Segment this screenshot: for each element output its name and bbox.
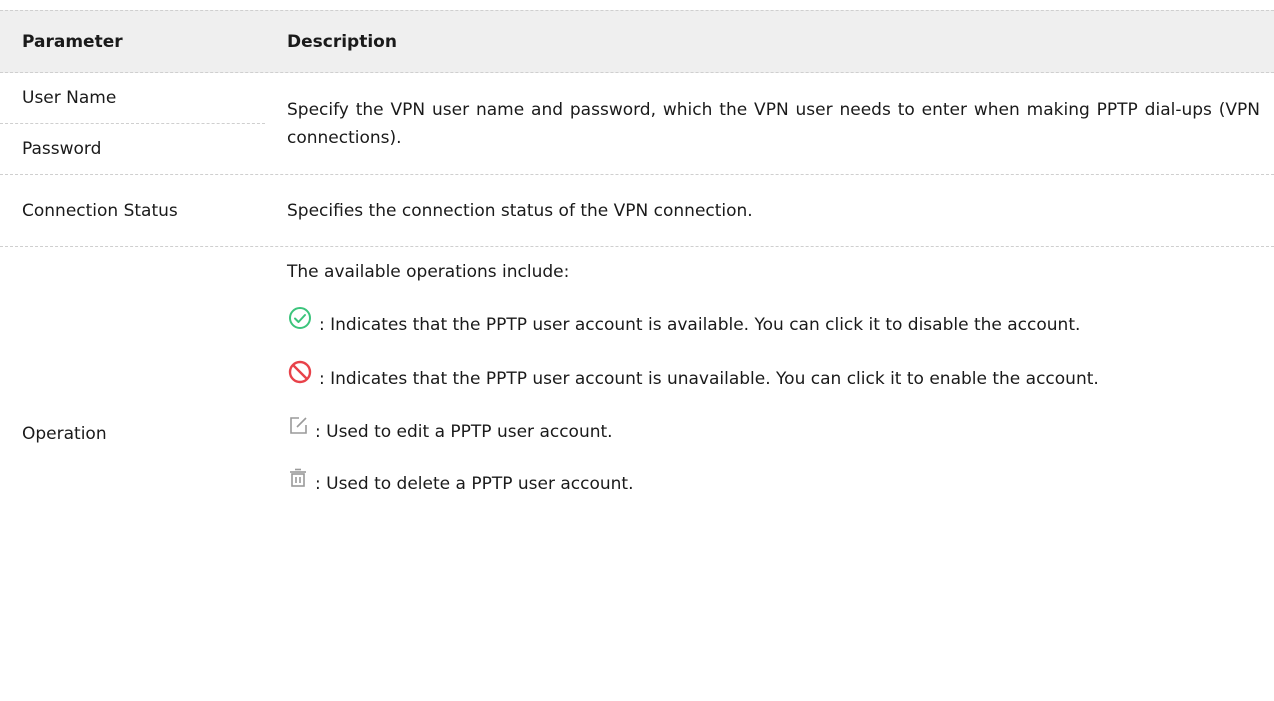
- operation-delete-text: : Used to delete a PPTP user account.: [315, 474, 634, 494]
- operation-disabled-line: : Indicates that the PPTP user account i…: [287, 359, 1260, 399]
- operation-delete-line: : Used to delete a PPTP user account.: [287, 465, 1260, 503]
- operation-intro: The available operations include:: [287, 262, 570, 282]
- check-circle-icon: [287, 305, 313, 345]
- param-connection-status: Connection Status: [22, 200, 178, 221]
- desc-connection-status: Specifies the connection status of the V…: [287, 200, 753, 221]
- edit-icon: [287, 413, 309, 451]
- operation-edit-text: : Used to edit a PPTP user account.: [315, 422, 613, 442]
- operation-enabled-text: : Indicates that the PPTP user account i…: [319, 315, 1081, 335]
- param-user-name: User Name: [0, 73, 265, 124]
- prohibited-icon: [287, 359, 313, 399]
- param-operation: Operation: [22, 424, 107, 444]
- operation-edit-line: : Used to edit a PPTP user account.: [287, 413, 1260, 451]
- header-description: Description: [287, 31, 397, 52]
- table-header: Parameter Description: [0, 10, 1274, 73]
- parameter-table: Parameter Description User Name Password…: [0, 10, 1274, 621]
- table-row: Connection Status Specifies the connecti…: [0, 175, 1274, 247]
- table-row: Operation The available operations inclu…: [0, 247, 1274, 621]
- operation-enabled-line: : Indicates that the PPTP user account i…: [287, 305, 1260, 345]
- desc-operation: The available operations include: : Indi…: [265, 247, 1274, 621]
- header-parameter: Parameter: [22, 31, 123, 52]
- operation-disabled-text: : Indicates that the PPTP user account i…: [319, 369, 1099, 389]
- table-row: User Name Password Specify the VPN user …: [0, 73, 1274, 175]
- desc-user-password: Specify the VPN user name and password, …: [287, 99, 1260, 148]
- param-password: Password: [22, 139, 102, 159]
- trash-icon: [287, 465, 309, 503]
